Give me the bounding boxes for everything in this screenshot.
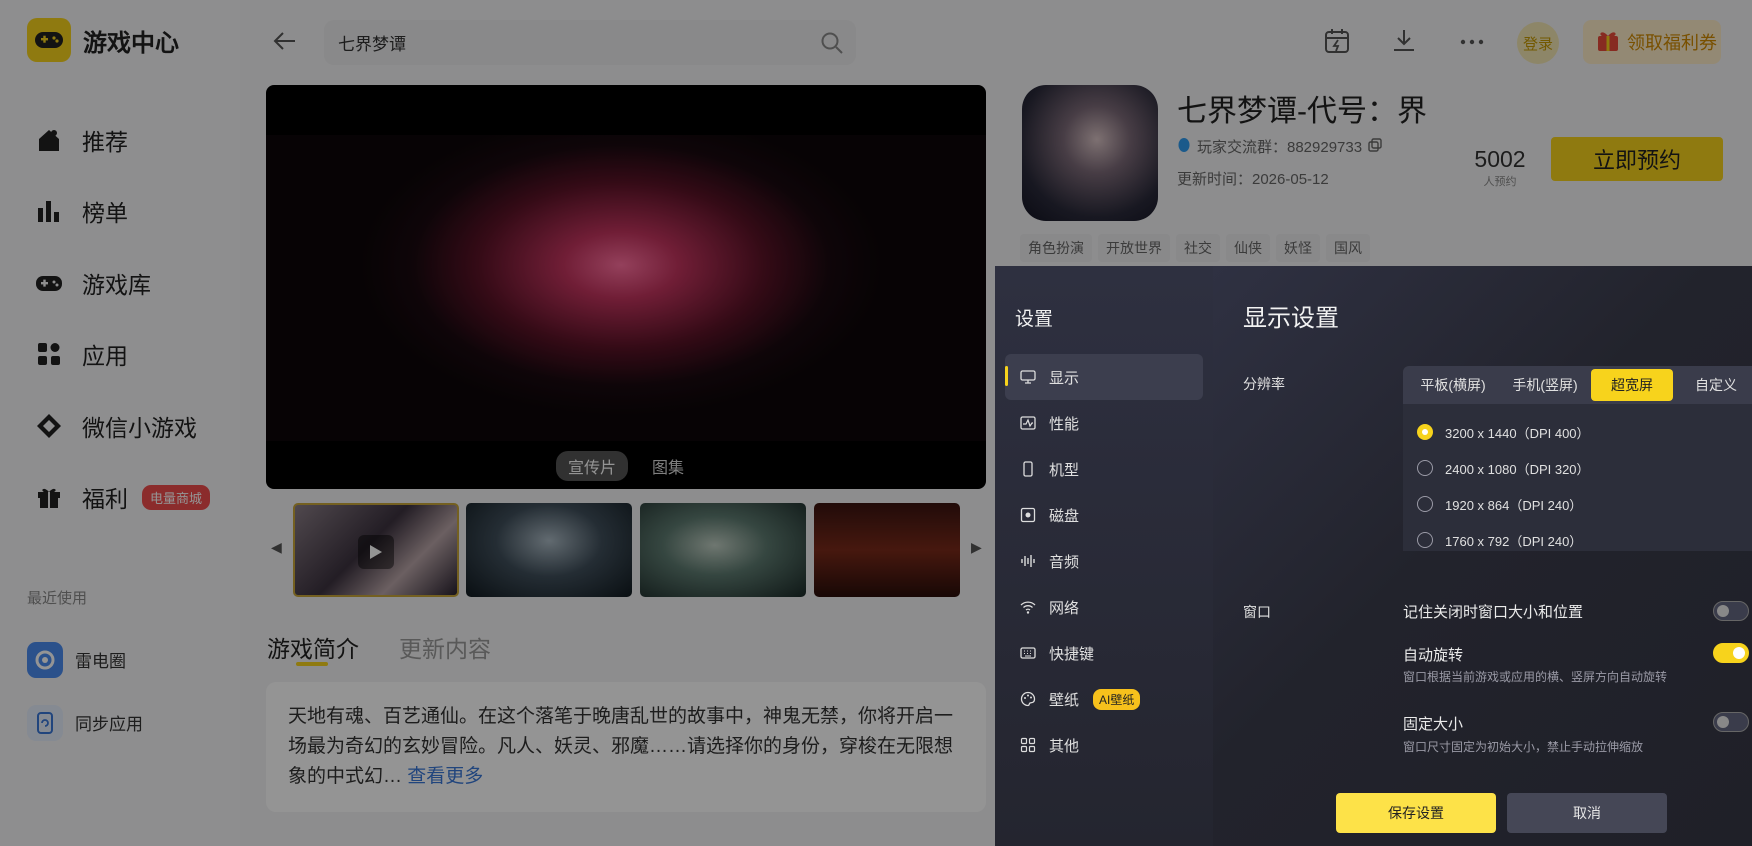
auto-rotate-desc: 窗口根据当前游戏或应用的横、竖屏方向自动旋转 <box>1403 670 1668 684</box>
remember-window-option: 记住关闭时窗口大小和位置 <box>1403 604 1584 621</box>
radio-selected[interactable] <box>1417 424 1433 440</box>
monitor-icon <box>1019 368 1037 386</box>
radio[interactable] <box>1417 532 1433 548</box>
fixed-size-option: 固定大小 <box>1403 716 1464 733</box>
settings-menu-label: 性能 <box>1049 415 1080 433</box>
resolution-option-label: 1760 x 792（DPI 240） <box>1445 533 1583 549</box>
ai-wallpaper-badge: AI壁纸 <box>1093 688 1141 710</box>
palette-icon <box>1019 690 1037 708</box>
tab-tablet-landscape[interactable]: 平板(横屏) <box>1407 369 1499 401</box>
window-label: 窗口 <box>1243 604 1271 620</box>
resolution-option[interactable]: 1920 x 864（DPI 240） <box>1403 486 1752 522</box>
resolution-option[interactable]: 3200 x 1440（DPI 400） <box>1403 414 1752 450</box>
settings-title: 设置 <box>1015 309 1054 330</box>
tab-phone-portrait[interactable]: 手机(竖屏) <box>1499 369 1591 401</box>
resolution-option[interactable]: 1760 x 792（DPI 240） <box>1403 522 1752 558</box>
settings-menu-label: 显示 <box>1049 369 1080 387</box>
radio[interactable] <box>1417 496 1433 512</box>
settings-menu-label: 壁纸 <box>1049 691 1080 709</box>
resolution-label: 分辨率 <box>1243 376 1285 392</box>
settings-menu-label: 网络 <box>1049 599 1080 617</box>
settings-menu-other[interactable]: 其他 <box>1005 722 1203 768</box>
audio-icon <box>1019 552 1037 570</box>
settings-menu-wallpaper[interactable]: 壁纸 AI壁纸 <box>1005 676 1203 722</box>
display-settings-title: 显示设置 <box>1243 305 1339 332</box>
settings-menu-display[interactable]: 显示 <box>1005 354 1203 400</box>
resolution-option-label: 3200 x 1440（DPI 400） <box>1445 425 1590 441</box>
resolution-option[interactable]: 2400 x 1080（DPI 320） <box>1403 450 1752 486</box>
settings-menu-label: 快捷键 <box>1049 645 1095 663</box>
settings-menu-label: 音频 <box>1049 553 1080 571</box>
resolution-option-label: 2400 x 1080（DPI 320） <box>1445 461 1590 477</box>
save-settings-button[interactable]: 保存设置 <box>1336 793 1496 833</box>
auto-rotate-option: 自动旋转 <box>1403 647 1464 664</box>
settings-sidebar: 设置 显示 性能 机型 磁盘 音频 网络 快捷键 壁纸 AI壁纸 其他 <box>995 266 1213 846</box>
phone-icon <box>1019 460 1037 478</box>
settings-menu-label: 其他 <box>1049 737 1080 755</box>
grid-icon <box>1019 736 1037 754</box>
settings-menu: 显示 性能 机型 磁盘 音频 网络 快捷键 壁纸 AI壁纸 其他 <box>1005 354 1203 768</box>
resolution-options: 3200 x 1440（DPI 400） 2400 x 1080（DPI 320… <box>1403 404 1752 551</box>
wifi-icon <box>1019 598 1037 616</box>
auto-rotate-toggle[interactable] <box>1713 643 1749 663</box>
settings-menu-device[interactable]: 机型 <box>1005 446 1203 492</box>
display-settings: 显示设置 分辨率 平板(横屏) 手机(竖屏) 超宽屏 自定义 3200 x 14… <box>1213 266 1752 846</box>
keyboard-icon <box>1019 644 1037 662</box>
disk-icon <box>1019 506 1037 524</box>
settings-menu-disk[interactable]: 磁盘 <box>1005 492 1203 538</box>
cancel-button[interactable]: 取消 <box>1507 793 1667 833</box>
settings-menu-shortcuts[interactable]: 快捷键 <box>1005 630 1203 676</box>
settings-menu-audio[interactable]: 音频 <box>1005 538 1203 584</box>
resolution-type-tabs: 平板(横屏) 手机(竖屏) 超宽屏 自定义 <box>1403 366 1752 404</box>
radio[interactable] <box>1417 460 1433 476</box>
fixed-size-toggle[interactable] <box>1713 712 1749 732</box>
settings-menu-network[interactable]: 网络 <box>1005 584 1203 630</box>
settings-menu-label: 磁盘 <box>1049 507 1080 525</box>
tab-custom[interactable]: 自定义 <box>1673 369 1752 401</box>
tab-ultrawide[interactable]: 超宽屏 <box>1591 369 1673 401</box>
settings-menu-label: 机型 <box>1049 461 1080 479</box>
settings-menu-performance[interactable]: 性能 <box>1005 400 1203 446</box>
remember-window-toggle[interactable] <box>1713 601 1749 621</box>
resolution-option-label: 1920 x 864（DPI 240） <box>1445 497 1583 513</box>
settings-panel: 设置 显示 性能 机型 磁盘 音频 网络 快捷键 壁纸 AI壁纸 其他 显示设置… <box>995 266 1752 846</box>
performance-icon <box>1019 414 1037 432</box>
fixed-size-desc: 窗口尺寸固定为初始大小，禁止手动拉伸缩放 <box>1403 740 1644 754</box>
